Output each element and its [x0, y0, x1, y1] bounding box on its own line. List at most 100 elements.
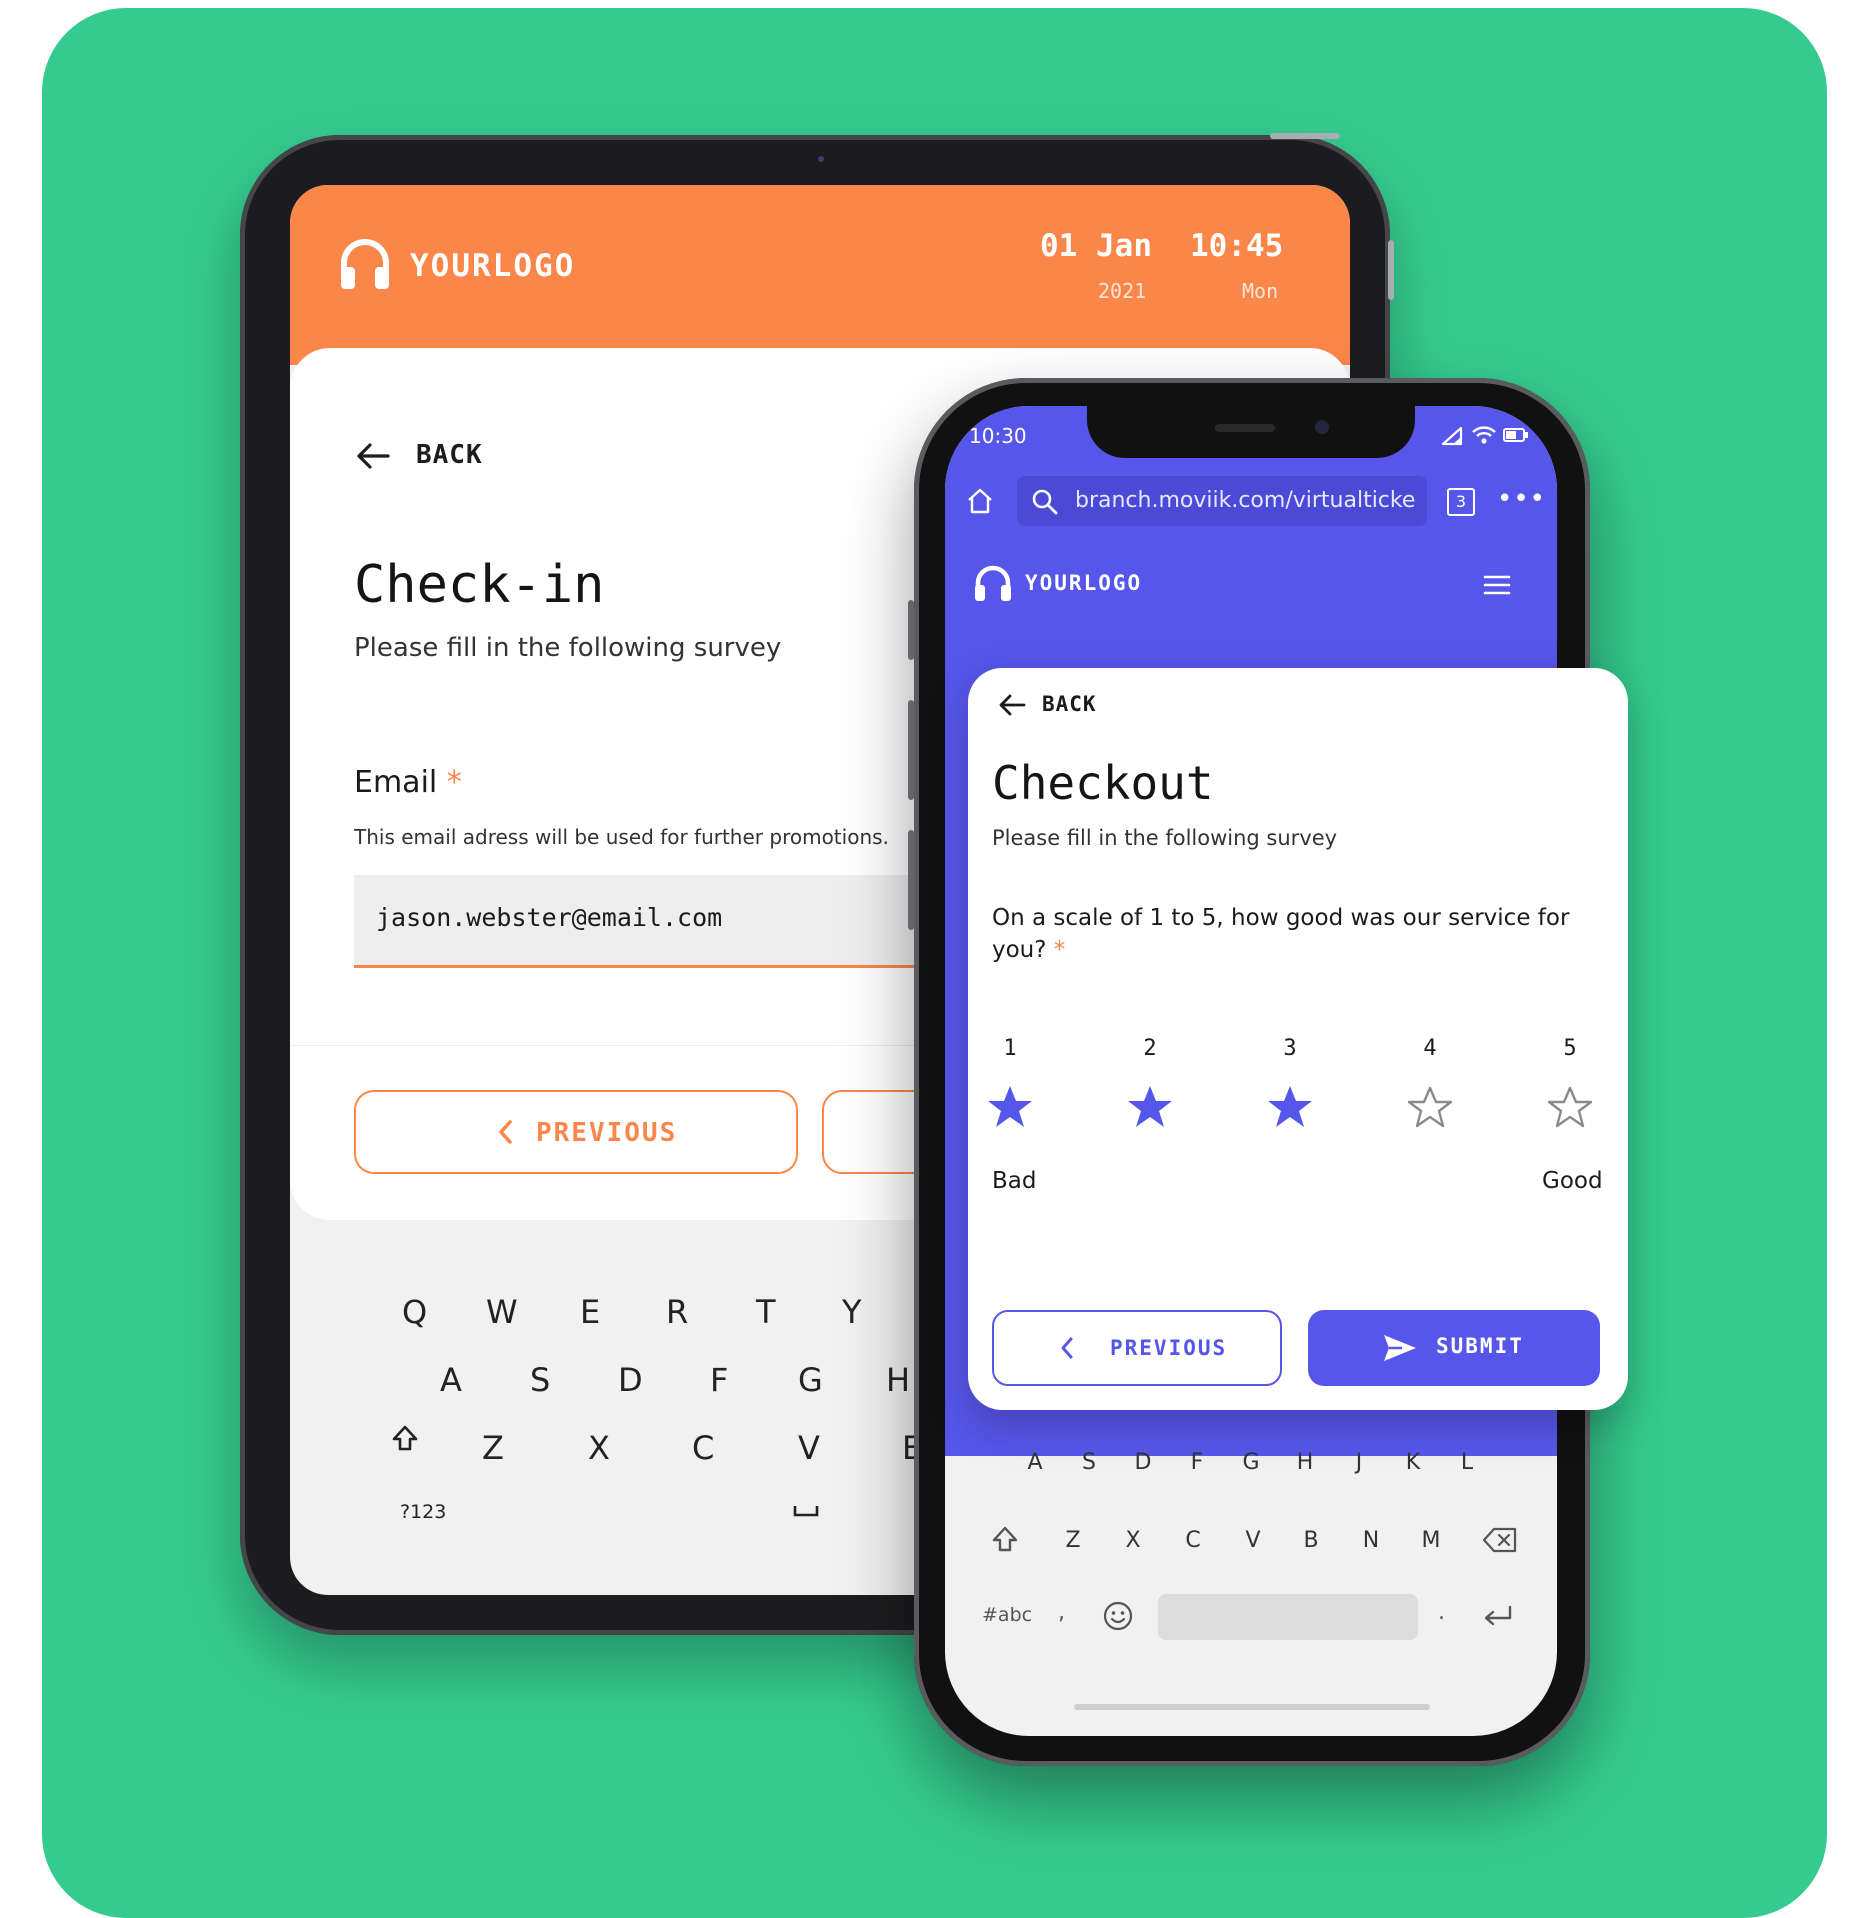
rating-number-2: 2 — [1143, 1036, 1157, 1061]
key-y[interactable]: Y — [842, 1293, 862, 1331]
key-c[interactable]: C — [1178, 1528, 1208, 1553]
tablet-camera — [818, 156, 824, 162]
key-w[interactable]: W — [486, 1293, 518, 1331]
key-m[interactable]: M — [1416, 1528, 1446, 1553]
chevron-left-icon — [499, 1120, 512, 1144]
shift-icon[interactable] — [390, 1423, 420, 1453]
submit-button[interactable]: SUBMIT — [1308, 1310, 1600, 1386]
tablet-side-button — [1388, 240, 1394, 300]
key-j[interactable]: J — [1344, 1450, 1374, 1475]
phone-notch — [1087, 406, 1415, 458]
key-g[interactable]: G — [798, 1361, 823, 1399]
logo-text: YOURLOGO — [1025, 571, 1143, 595]
arrow-left-icon[interactable] — [356, 443, 390, 469]
email-label-text: Email — [354, 765, 438, 800]
enter-icon[interactable] — [1482, 1604, 1514, 1630]
hamburger-menu-icon[interactable] — [1483, 574, 1511, 596]
required-mark: * — [1053, 937, 1066, 963]
star-outline-icon[interactable] — [1405, 1082, 1455, 1132]
rating-question-text: On a scale of 1 to 5, how good was our s… — [992, 905, 1570, 963]
url-bar[interactable]: branch.moviik.com/virtualticke — [1017, 476, 1427, 526]
key-z[interactable]: Z — [482, 1429, 504, 1467]
key-q[interactable]: Q — [402, 1293, 427, 1331]
speaker-grille — [1215, 424, 1275, 432]
arrow-left-icon[interactable] — [998, 694, 1026, 716]
home-indicator — [1074, 1704, 1430, 1710]
email-label: Email * — [354, 765, 462, 800]
wifi-icon — [1472, 426, 1496, 444]
key-v[interactable]: V — [798, 1429, 820, 1467]
key-e[interactable]: E — [580, 1293, 600, 1331]
emoji-icon[interactable] — [1102, 1600, 1134, 1632]
key-n[interactable]: N — [1356, 1528, 1386, 1553]
more-icon[interactable]: ••• — [1497, 484, 1546, 514]
send-icon — [1384, 1335, 1416, 1361]
headphones-icon — [975, 565, 1011, 601]
key-g[interactable]: G — [1236, 1450, 1266, 1475]
rating-number-3: 3 — [1283, 1036, 1297, 1061]
backspace-icon[interactable] — [1482, 1526, 1518, 1554]
key-b[interactable]: B — [1296, 1528, 1326, 1553]
key-s[interactable]: S — [530, 1361, 550, 1399]
page-subtitle: Please fill in the following survey — [354, 633, 782, 663]
star-filled-icon[interactable] — [985, 1082, 1035, 1132]
key-comma[interactable]: , — [1058, 1600, 1065, 1625]
key-v[interactable]: V — [1238, 1528, 1268, 1553]
chevron-left-icon — [1061, 1337, 1073, 1359]
key-l[interactable]: L — [1452, 1450, 1482, 1475]
rating-low-label: Bad — [992, 1168, 1037, 1194]
previous-button[interactable]: PREVIOUS — [992, 1310, 1282, 1386]
tab-count-button[interactable]: 3 — [1447, 488, 1475, 516]
email-field[interactable]: jason.webster@email.com — [354, 875, 914, 968]
space-key-icon[interactable] — [792, 1503, 820, 1519]
key-x[interactable]: X — [588, 1429, 610, 1467]
key-x[interactable]: X — [1118, 1528, 1148, 1553]
tablet-header: YOURLOGO 01 Jan 2021 10:45 Mon — [290, 185, 1350, 365]
home-icon[interactable] — [965, 486, 995, 516]
key-f[interactable]: F — [1182, 1450, 1212, 1475]
required-mark: * — [446, 765, 462, 800]
symbols-key[interactable]: #abc — [982, 1604, 1032, 1626]
key-t[interactable]: T — [756, 1293, 776, 1331]
star-filled-icon[interactable] — [1265, 1082, 1315, 1132]
star-filled-icon[interactable] — [1125, 1082, 1175, 1132]
page-title: Check-in — [354, 555, 605, 615]
back-button[interactable]: BACK — [1042, 692, 1097, 716]
page-subtitle: Please fill in the following survey — [992, 826, 1338, 850]
key-k[interactable]: K — [1398, 1450, 1428, 1475]
key-c[interactable]: C — [692, 1429, 714, 1467]
back-button[interactable]: BACK — [416, 440, 483, 470]
key-a[interactable]: A — [440, 1361, 462, 1399]
header-day: Mon — [1242, 279, 1279, 303]
key-h[interactable]: H — [1290, 1450, 1320, 1475]
key-z[interactable]: Z — [1058, 1528, 1088, 1553]
key-d[interactable]: D — [618, 1361, 643, 1399]
logo-text: YOURLOGO — [410, 248, 576, 284]
previous-label: PREVIOUS — [536, 1118, 678, 1148]
key-period[interactable]: . — [1438, 1600, 1445, 1625]
rating-number-4: 4 — [1423, 1036, 1437, 1061]
rating-number-5: 5 — [1563, 1036, 1577, 1061]
front-camera — [1315, 420, 1329, 434]
url-text: branch.moviik.com/virtualticke — [1075, 488, 1416, 513]
symbols-key[interactable]: ?123 — [400, 1501, 446, 1523]
status-time: 10:30 — [969, 424, 1027, 448]
rating-question: On a scale of 1 to 5, how good was our s… — [992, 902, 1592, 966]
email-hint: This email adress will be used for furth… — [354, 825, 889, 849]
rating-number-1: 1 — [1003, 1036, 1017, 1061]
rating-high-label: Good — [1542, 1168, 1603, 1194]
key-a[interactable]: A — [1020, 1450, 1050, 1475]
shift-icon[interactable] — [990, 1524, 1020, 1554]
previous-button[interactable]: PREVIOUS — [354, 1090, 798, 1174]
battery-icon — [1503, 428, 1528, 442]
key-s[interactable]: S — [1074, 1450, 1104, 1475]
key-h[interactable]: H — [886, 1361, 910, 1399]
phone-survey-card: BACK Checkout Please fill in the followi… — [968, 668, 1628, 1410]
key-d[interactable]: D — [1128, 1450, 1158, 1475]
submit-label: SUBMIT — [1436, 1334, 1524, 1358]
key-f[interactable]: F — [710, 1361, 728, 1399]
star-outline-icon[interactable] — [1545, 1082, 1595, 1132]
email-value: jason.webster@email.com — [376, 903, 723, 932]
space-key[interactable] — [1158, 1594, 1418, 1640]
key-r[interactable]: R — [666, 1293, 688, 1331]
